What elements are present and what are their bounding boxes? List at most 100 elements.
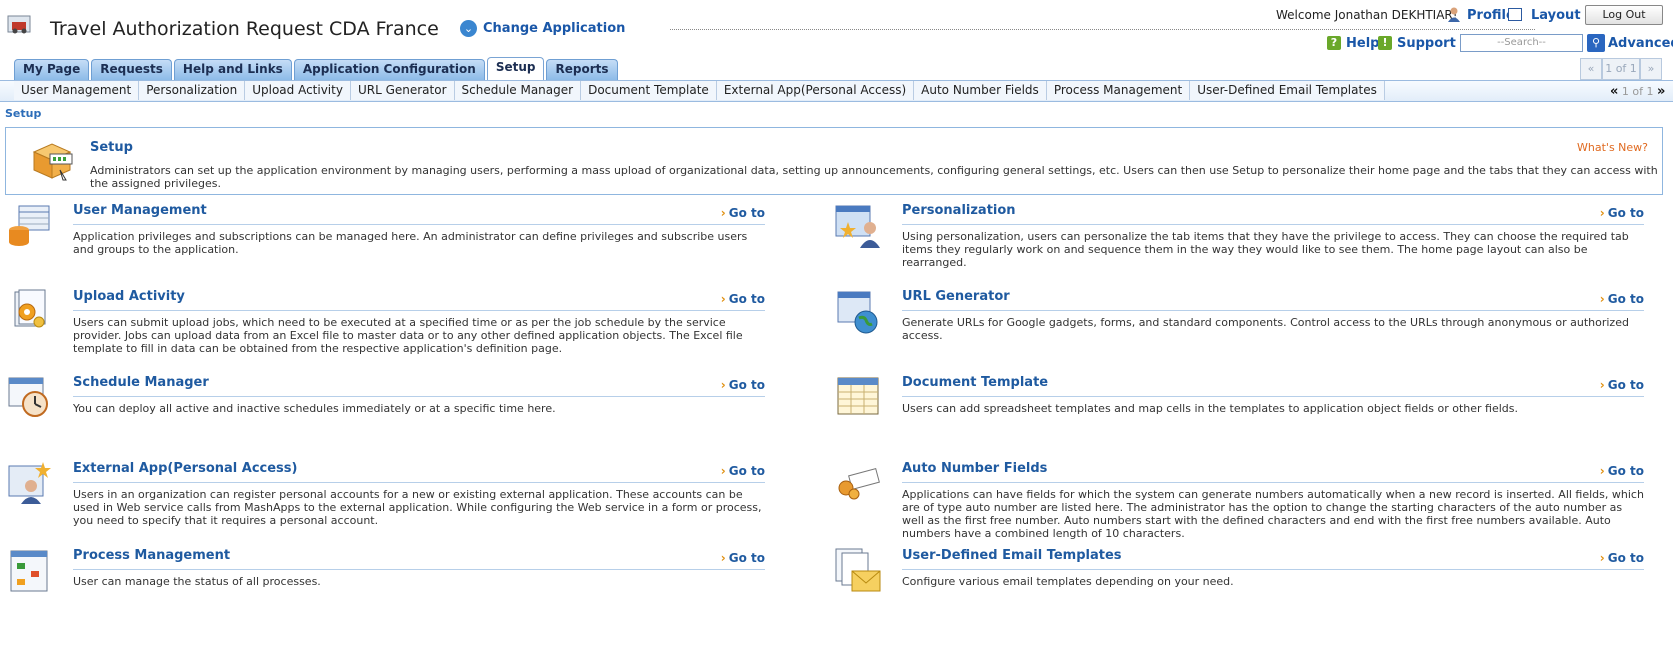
subtab-user-management[interactable]: User Management xyxy=(14,81,140,100)
search-input[interactable]: --Search-- xyxy=(1460,34,1583,52)
item-title[interactable]: Process Management xyxy=(73,548,230,563)
external-app-icon xyxy=(8,462,51,504)
sub-tabs: User Management Personalization Upload A… xyxy=(14,81,1385,100)
search-icon[interactable]: ⚲ xyxy=(1587,34,1605,52)
personalization-icon xyxy=(835,205,880,248)
whats-new-link[interactable]: What's New? xyxy=(1577,141,1648,154)
goto-label: Go to xyxy=(728,292,765,306)
item-title[interactable]: Schedule Manager xyxy=(73,375,209,390)
tab-application-configuration[interactable]: Application Configuration xyxy=(293,59,485,80)
subtab-auto-number-fields[interactable]: Auto Number Fields xyxy=(914,81,1047,100)
item-title[interactable]: Personalization xyxy=(902,203,1016,218)
item-title[interactable]: Auto Number Fields xyxy=(902,461,1047,476)
goto-link[interactable]: › Go to xyxy=(721,464,765,478)
goto-link[interactable]: › Go to xyxy=(1600,551,1644,565)
item-description: Applications can have fields for which t… xyxy=(902,488,1644,540)
setup-item-url-generator: URL Generator › Go to Generate URLs for G… xyxy=(834,288,1644,368)
divider xyxy=(902,224,1644,225)
divider xyxy=(902,310,1644,311)
tab-requests[interactable]: Requests xyxy=(91,59,172,80)
arrow-right-icon: › xyxy=(720,378,726,392)
divider xyxy=(73,482,765,483)
goto-link[interactable]: › Go to xyxy=(721,378,765,392)
goto-link[interactable]: › Go to xyxy=(1600,206,1644,220)
goto-link[interactable]: › Go to xyxy=(1600,292,1644,306)
setup-item-schedule-manager: Schedule Manager › Go to You can deploy a… xyxy=(5,374,765,454)
setup-title: Setup xyxy=(90,140,133,155)
schedule-manager-icon xyxy=(8,377,48,417)
header-divider xyxy=(670,29,1535,30)
subtab-personalization[interactable]: Personalization xyxy=(139,81,246,100)
setup-item-external-app: External App(Personal Access) › Go to Use… xyxy=(5,460,765,540)
item-title[interactable]: Document Template xyxy=(902,375,1048,390)
divider xyxy=(902,396,1644,397)
arrow-right-icon: › xyxy=(720,292,726,306)
goto-label: Go to xyxy=(728,378,765,392)
item-description: Users can submit upload jobs, which need… xyxy=(73,316,743,355)
divider xyxy=(902,569,1644,570)
goto-link[interactable]: › Go to xyxy=(1600,464,1644,478)
item-title[interactable]: User-Defined Email Templates xyxy=(902,548,1122,563)
item-title[interactable]: Upload Activity xyxy=(73,289,185,304)
breadcrumb[interactable]: Setup xyxy=(5,107,41,120)
url-generator-icon xyxy=(837,291,878,334)
tab-help-and-links[interactable]: Help and Links xyxy=(173,59,292,80)
subtab-schedule-manager[interactable]: Schedule Manager xyxy=(454,81,582,100)
subtab-process-management[interactable]: Process Management xyxy=(1046,81,1191,100)
goto-link[interactable]: › Go to xyxy=(721,206,765,220)
subtab-document-template[interactable]: Document Template xyxy=(581,81,717,100)
subtab-email-templates[interactable]: User-Defined Email Templates xyxy=(1190,81,1385,100)
support-link[interactable]: Support xyxy=(1397,36,1456,51)
upload-activity-icon xyxy=(14,289,46,328)
tab-setup[interactable]: Setup xyxy=(486,57,545,80)
item-description: Users in an organization can register pe… xyxy=(73,488,762,527)
goto-label: Go to xyxy=(728,206,765,220)
arrow-right-icon: › xyxy=(720,464,726,478)
item-title[interactable]: User Management xyxy=(73,203,207,218)
pager-next-button[interactable]: » xyxy=(1640,58,1662,80)
sub-pager-prev-button[interactable]: « xyxy=(1610,84,1618,99)
arrow-right-icon: › xyxy=(1599,378,1605,392)
chevron-down-icon: ⌄ xyxy=(460,20,477,37)
subtab-upload-activity[interactable]: Upload Activity xyxy=(245,81,351,100)
goto-link[interactable]: › Go to xyxy=(721,292,765,306)
goto-label: Go to xyxy=(728,464,765,478)
goto-link[interactable]: › Go to xyxy=(1600,378,1644,392)
arrow-right-icon: › xyxy=(1599,206,1605,220)
layout-icon xyxy=(1508,8,1522,21)
tab-my-page[interactable]: My Page xyxy=(14,59,90,80)
pager-prev-button[interactable]: « xyxy=(1580,58,1602,80)
change-application-button[interactable]: ⌄ Change Application xyxy=(460,20,625,37)
user-management-icon xyxy=(9,205,50,246)
item-description: User can manage the status of all proces… xyxy=(73,575,321,588)
sub-pager-next-button[interactable]: » xyxy=(1657,84,1665,99)
main-tabs-pager: « 1 of 1 » xyxy=(1580,58,1662,80)
setup-description: Administrators can set up the applicatio… xyxy=(90,164,1658,190)
divider xyxy=(73,396,765,397)
item-description: Users can add spreadsheet templates and … xyxy=(902,402,1518,415)
item-description: Application privileges and subscriptions… xyxy=(73,230,748,256)
sub-pager-text: 1 of 1 xyxy=(1621,85,1654,98)
item-title[interactable]: External App(Personal Access) xyxy=(73,461,297,476)
advanced-search-link[interactable]: Advanced xyxy=(1608,36,1673,51)
setup-item-process-management: Process Management › Go to User can manag… xyxy=(5,547,765,627)
layout-link[interactable]: Layout xyxy=(1531,8,1581,23)
goto-link[interactable]: › Go to xyxy=(721,551,765,565)
subtab-external-app[interactable]: External App(Personal Access) xyxy=(716,81,915,100)
tab-reports[interactable]: Reports xyxy=(546,59,618,80)
logout-button[interactable]: Log Out xyxy=(1585,5,1663,25)
divider xyxy=(73,310,765,311)
divider xyxy=(902,482,1644,483)
goto-label: Go to xyxy=(728,551,765,565)
goto-label: Go to xyxy=(1607,206,1644,220)
arrow-right-icon: › xyxy=(720,206,726,220)
subtab-url-generator[interactable]: URL Generator xyxy=(350,81,455,100)
pager-text: 1 of 1 xyxy=(1602,58,1640,80)
process-management-icon xyxy=(10,550,48,592)
help-link[interactable]: Help xyxy=(1346,36,1379,51)
item-title[interactable]: URL Generator xyxy=(902,289,1010,304)
setup-item-upload-activity: Upload Activity › Go to Users can submit … xyxy=(5,288,765,368)
document-template-icon xyxy=(837,377,879,415)
item-description: Using personalization, users can persona… xyxy=(902,230,1629,269)
divider xyxy=(73,569,765,570)
